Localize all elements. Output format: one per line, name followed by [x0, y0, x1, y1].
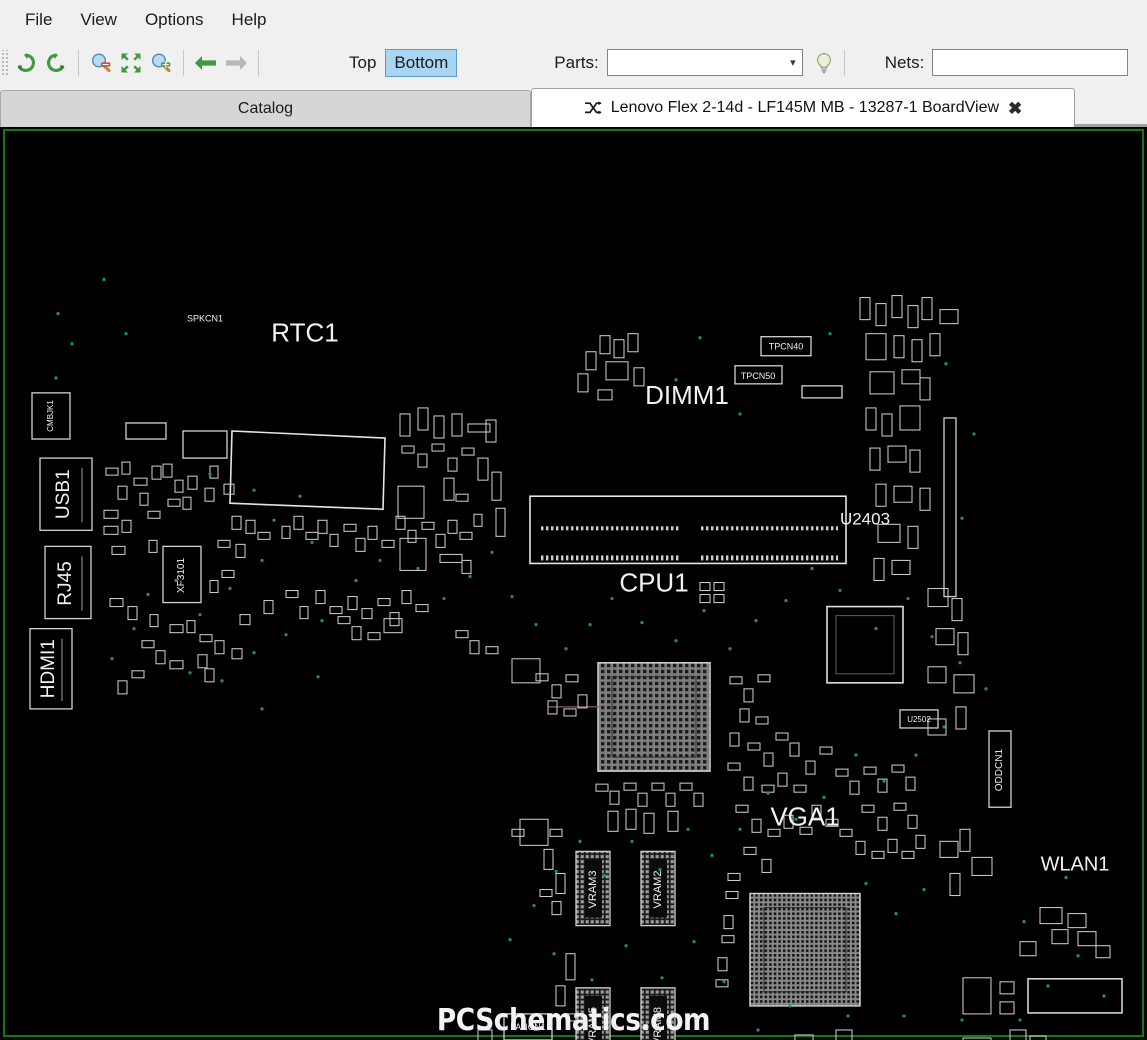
menu-bar: File View Options Help — [0, 0, 1147, 40]
toolbar-separator-1 — [78, 49, 79, 76]
menu-item-options[interactable]: Options — [132, 5, 217, 35]
back-arrow-icon — [195, 55, 216, 70]
rotate-right-icon — [47, 52, 65, 72]
board-label-vram2: VRAM2 — [652, 871, 664, 909]
toolbar: Top Bottom Parts: ▾ Nets: — [0, 40, 1147, 85]
board-label-tpcn40: TPCN40 — [769, 342, 803, 352]
menu-item-view[interactable]: View — [67, 5, 130, 35]
board-label-oddcn1: ODDCN1 — [994, 749, 1005, 792]
forward-arrow-icon — [226, 55, 247, 70]
board-side-top-button[interactable]: Top — [340, 49, 385, 77]
parts-combobox[interactable]: ▾ — [606, 49, 803, 76]
board-label-fancn1: FANCN1 — [510, 1022, 545, 1032]
forward-button[interactable] — [221, 48, 251, 78]
tab-catalog[interactable]: Catalog — [0, 90, 531, 127]
fit-to-screen-icon — [121, 53, 141, 72]
board-label-vram3: VRAM3 — [587, 871, 599, 909]
tab-boardview[interactable]: Lenovo Flex 2-14d - LF145M MB - 13287-1 … — [531, 88, 1075, 127]
fit-to-screen-button[interactable] — [116, 48, 146, 78]
toolbar-separator-4 — [843, 49, 845, 76]
highlight-bulb-button[interactable] — [811, 50, 837, 76]
board-label-dimm1: DIMM1 — [645, 380, 729, 410]
zoom-in-button[interactable] — [146, 48, 176, 78]
board-label-xf3101: XF3101 — [176, 557, 187, 593]
boardview-canvas[interactable]: RTC1 DIMM1 CPU1 VGA1 U2403 WLAN1 SPKCN1 … — [0, 127, 1147, 1040]
boardview-application: File View Options Help Top Bottom Parts:… — [0, 0, 1147, 1040]
lightbulb-icon — [816, 52, 831, 73]
nets-search-group: Nets: — [885, 49, 1129, 76]
tab-boardview-label: Lenovo Flex 2-14d - LF145M MB - 13287-1 … — [610, 99, 1000, 116]
tab-close-icon[interactable]: ✖ — [1008, 100, 1022, 117]
tab-strip: Catalog Lenovo Flex 2-14d - LF145M MB - … — [0, 85, 1147, 127]
tab-catalog-label: Catalog — [237, 100, 294, 117]
board-label-vram8: VRAM8 — [652, 1007, 664, 1040]
board-label-cpu1: CPU1 — [619, 567, 688, 597]
back-button[interactable] — [191, 48, 221, 78]
parts-label: Parts: — [554, 52, 599, 72]
board-label-vram5: VRAM5 — [587, 1007, 599, 1040]
menu-item-help[interactable]: Help — [219, 5, 280, 35]
board-label-tpcn50: TPCN50 — [741, 371, 775, 381]
board-side-bottom-button[interactable]: Bottom — [385, 48, 458, 77]
board-label-wlan1: WLAN1 — [1041, 853, 1110, 875]
toolbar-separator-2 — [183, 49, 184, 76]
rotate-left-icon — [17, 52, 35, 72]
board-label-u2403: U2403 — [840, 509, 890, 528]
board-label-rj45: RJ45 — [55, 561, 76, 605]
zoom-out-button[interactable] — [86, 48, 116, 78]
board-label-hdmi1: HDMI1 — [38, 639, 59, 698]
chevron-down-icon: ▾ — [790, 57, 796, 69]
nets-input[interactable] — [932, 49, 1129, 76]
parts-search-group: Parts: ▾ — [554, 49, 851, 76]
menu-item-file[interactable]: File — [12, 5, 65, 35]
board-label-cmbjk1: CMBJK1 — [46, 400, 55, 432]
nets-label: Nets: — [884, 52, 925, 72]
board-render: RTC1 DIMM1 CPU1 VGA1 U2403 WLAN1 SPKCN1 … — [29, 277, 1123, 1040]
rotate-right-button[interactable] — [41, 48, 71, 78]
toolbar-grip[interactable] — [1, 49, 9, 76]
board-side-toggle: Top Bottom — [340, 48, 458, 77]
rotate-left-button[interactable] — [11, 48, 41, 78]
zoom-out-icon — [91, 52, 111, 72]
board-label-usb1: USB1 — [53, 469, 74, 519]
board-label-u2502: U2502 — [907, 715, 931, 724]
board-label-vga1: VGA1 — [770, 801, 839, 831]
shuffle-icon — [584, 101, 602, 115]
toolbar-separator-3 — [258, 49, 259, 76]
zoom-in-icon — [151, 52, 171, 72]
board-label-rtc1: RTC1 — [271, 318, 338, 348]
board-label-spkcn1: SPKCN1 — [187, 314, 223, 324]
